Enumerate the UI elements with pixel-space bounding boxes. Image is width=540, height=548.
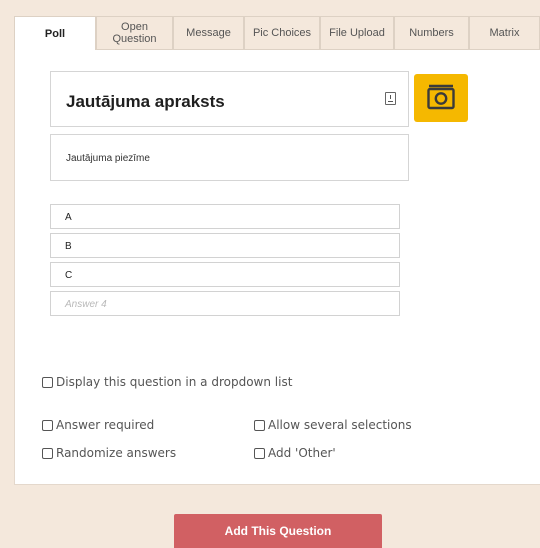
dropdown-checkbox[interactable] bbox=[42, 376, 53, 388]
required-option[interactable]: Answer required bbox=[42, 418, 154, 432]
answer-field[interactable]: A bbox=[50, 204, 400, 229]
tab-matrix[interactable]: Matrix bbox=[469, 16, 540, 50]
camera-icon bbox=[427, 84, 455, 110]
randomize-option[interactable]: Randomize answers bbox=[42, 446, 176, 460]
add-other-checkbox[interactable] bbox=[254, 447, 265, 459]
note-icon[interactable] bbox=[385, 92, 396, 105]
add-other-option[interactable]: Add 'Other' bbox=[254, 446, 336, 460]
tab-numbers[interactable]: Numbers bbox=[394, 16, 469, 50]
randomize-checkbox[interactable] bbox=[42, 447, 53, 459]
question-note-field[interactable]: Jautājuma piezīme bbox=[50, 134, 409, 181]
several-selections-option[interactable]: Allow several selections bbox=[254, 418, 412, 432]
tab-poll[interactable]: Poll bbox=[14, 16, 96, 52]
question-title-field[interactable]: Jautājuma apraksts bbox=[50, 71, 409, 127]
several-selections-checkbox[interactable] bbox=[254, 419, 265, 431]
tab-pic-choices[interactable]: Pic Choices bbox=[244, 16, 320, 50]
answer-field[interactable]: C bbox=[50, 262, 400, 287]
add-image-button[interactable] bbox=[414, 74, 468, 122]
tab-message[interactable]: Message bbox=[173, 16, 244, 50]
tab-open-question[interactable]: Open Question bbox=[96, 16, 173, 50]
answer-field[interactable]: B bbox=[50, 233, 400, 258]
question-note: Jautājuma piezīme bbox=[66, 153, 150, 164]
question-type-tabs: Poll Open Question Message Pic Choices F… bbox=[14, 16, 540, 52]
dropdown-option[interactable]: Display this question in a dropdown list bbox=[42, 375, 292, 389]
required-checkbox[interactable] bbox=[42, 419, 53, 431]
answer-field[interactable]: Answer 4 bbox=[50, 291, 400, 316]
question-title: Jautājuma apraksts bbox=[66, 92, 225, 111]
tab-file-upload[interactable]: File Upload bbox=[320, 16, 394, 50]
add-question-button[interactable]: Add This Question bbox=[174, 514, 382, 548]
